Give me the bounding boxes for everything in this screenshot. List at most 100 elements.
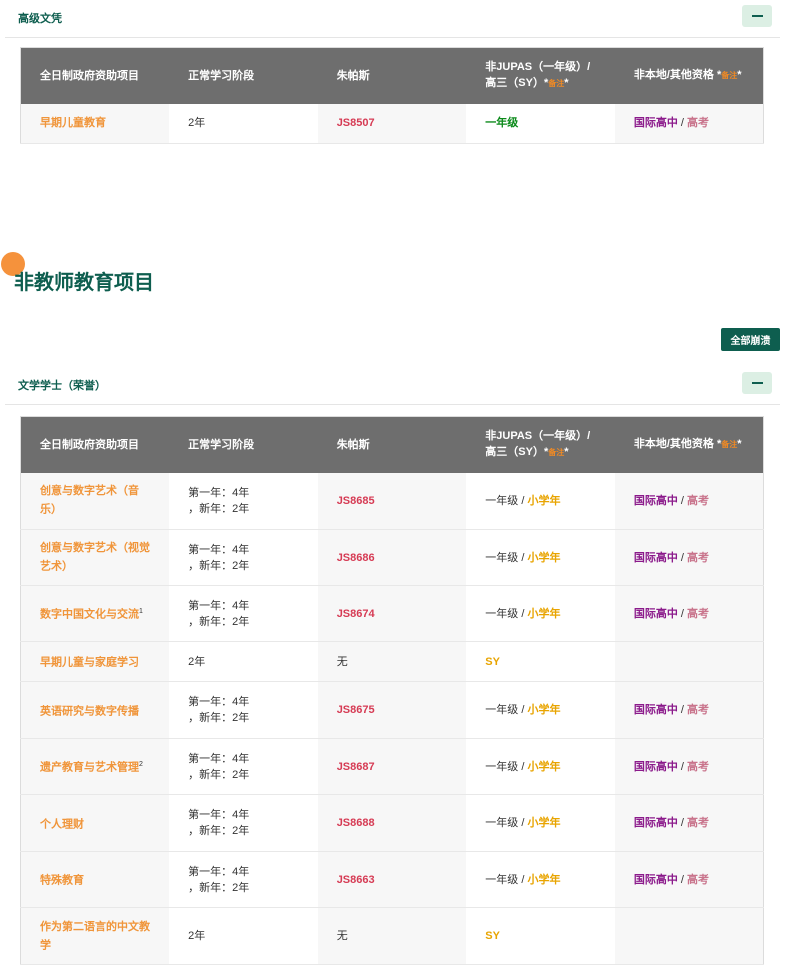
jupas-code: 无 bbox=[336, 930, 348, 942]
collapse-toggle-button[interactable] bbox=[742, 372, 772, 394]
intl-label: 国际高中 bbox=[633, 817, 678, 829]
jupas-cell: JS8685 bbox=[317, 472, 467, 530]
nonlocal-cell: 国际高中 / 高考 bbox=[614, 851, 764, 908]
intl-label: 国际高中 bbox=[633, 607, 678, 620]
sy-label: SY bbox=[485, 655, 500, 668]
programme-link[interactable]: 个人理财 bbox=[40, 818, 84, 830]
accordion-header-ba-honours[interactable]: 文学学士（荣誉） bbox=[5, 367, 780, 405]
nonjupas-cell: 一年级 bbox=[466, 103, 615, 144]
separator: / bbox=[677, 551, 688, 564]
gaokao-label: 高考 bbox=[687, 704, 710, 716]
intl-label: 国际高中 bbox=[633, 551, 678, 564]
table-row: 个人理财 第一年：4年 ，新年：2年 JS8688 一年级 / 小学年 国际高中 / 高考 bbox=[20, 794, 764, 852]
note-link[interactable]: 备注 bbox=[548, 79, 564, 88]
collapse-toggle-button[interactable] bbox=[742, 5, 772, 27]
accordion-header-higher-diploma[interactable]: 高级文凭 bbox=[5, 0, 780, 38]
duration-text: ，新年：2年 bbox=[188, 559, 250, 572]
duration-cell: 第一年：4年 ，新年：2年 bbox=[169, 529, 318, 586]
note-link[interactable]: 备注 bbox=[721, 71, 737, 80]
collapse-all-button[interactable]: 全部崩溃 bbox=[721, 328, 780, 351]
programme-cell[interactable]: 作为第二语言的中文教学 bbox=[20, 907, 170, 965]
duration-cell: 2年 bbox=[169, 641, 318, 682]
separator: / bbox=[677, 117, 688, 130]
programme-cell[interactable]: 遗产教育与艺术管理2 bbox=[20, 738, 170, 795]
sy-label: 小学年 bbox=[527, 551, 561, 564]
header-text: * bbox=[564, 446, 569, 459]
jupas-code: JS8685 bbox=[336, 494, 375, 507]
separator: / bbox=[677, 817, 688, 829]
duration-text: 2年 bbox=[188, 930, 206, 942]
programme-link[interactable]: 英语研究与数字传播 bbox=[40, 705, 139, 717]
programme-link[interactable]: 数字中国文化与交流 bbox=[40, 609, 139, 621]
programme-link[interactable]: 早期儿童与家庭学习 bbox=[40, 657, 139, 669]
programme-table-higher-diploma: 全日制政府资助项目 正常学习阶段 朱帕斯 非JUPAS（一年级）/ 高三（SY）… bbox=[20, 47, 764, 144]
sy-label: 小学年 bbox=[527, 817, 561, 829]
col-header-duration: 正常学习阶段 bbox=[169, 416, 318, 473]
jupas-cell: JS8687 bbox=[317, 738, 467, 795]
separator: / bbox=[677, 873, 688, 886]
duration-text: 第一年：4年 bbox=[188, 809, 250, 821]
minus-icon bbox=[751, 382, 763, 384]
header-text: 非本地/其他资格 * bbox=[633, 438, 722, 451]
nonjupas-cell: 一年级 / 小学年 bbox=[466, 851, 615, 908]
programme-link[interactable]: 早期儿童教育 bbox=[40, 117, 106, 129]
duration-cell: 第一年：4年 ，新年：2年 bbox=[169, 851, 318, 908]
intl-label: 国际高中 bbox=[633, 117, 678, 130]
col-header-nonlocal: 非本地/其他资格 *备注* bbox=[614, 416, 764, 473]
year1-label: 一年级 bbox=[485, 817, 519, 829]
col-header-duration: 正常学习阶段 bbox=[169, 47, 318, 104]
duration-text: 第一年：4年 bbox=[188, 599, 250, 612]
table-row: 数字中国文化与交流1 第一年：4年 ，新年：2年 JS8674 一年级 / 小学年 国际高… bbox=[20, 585, 764, 642]
separator: / bbox=[677, 607, 688, 620]
duration-text: ，新年：2年 bbox=[188, 712, 250, 724]
duration-cell: 2年 bbox=[169, 907, 318, 965]
jupas-cell: 无 bbox=[317, 907, 467, 965]
gaokao-label: 高考 bbox=[687, 494, 710, 507]
programme-cell[interactable]: 数字中国文化与交流1 bbox=[20, 585, 170, 642]
table-row: 早期儿童教育 2年 JS8507 一年级 国际高中 / 高考 bbox=[20, 103, 764, 144]
duration-cell: 第一年：4年 ，新年：2年 bbox=[169, 585, 318, 642]
nonjupas-cell: 一年级 / 小学年 bbox=[466, 738, 615, 795]
gaokao-label: 高考 bbox=[687, 760, 710, 773]
programme-cell[interactable]: 创意与数字艺术（视觉艺术） bbox=[20, 529, 170, 586]
programme-cell[interactable]: 早期儿童与家庭学习 bbox=[20, 641, 170, 682]
duration-text: 第一年：4年 bbox=[188, 486, 250, 499]
table-row: 创意与数字艺术（音乐） 第一年：4年 ，新年：2年 JS8685 一年级 / 小学年 国际… bbox=[20, 472, 764, 530]
jupas-cell: JS8663 bbox=[317, 851, 467, 908]
table-row: 早期儿童与家庭学习 2年 无 SY bbox=[20, 641, 764, 682]
separator: / bbox=[677, 704, 688, 716]
programme-cell[interactable]: 个人理财 bbox=[20, 794, 170, 852]
programme-link[interactable]: 特殊教育 bbox=[40, 875, 84, 887]
duration-text: ，新年：2年 bbox=[188, 768, 250, 781]
section-title: 非教师教育项目 bbox=[14, 272, 154, 294]
jupas-code: JS8687 bbox=[336, 760, 375, 773]
col-header-nonjupas: 非JUPAS（一年级）/ 高三（SY）*备注* bbox=[466, 47, 615, 104]
jupas-code: JS8507 bbox=[336, 117, 375, 130]
programme-link[interactable]: 遗产教育与艺术管理 bbox=[40, 762, 139, 774]
year1-label: 一年级 bbox=[485, 117, 519, 130]
programme-link[interactable]: 创意与数字艺术（音乐） bbox=[40, 485, 139, 516]
nonlocal-cell: 国际高中 / 高考 bbox=[614, 585, 764, 642]
accordion-title: 高级文凭 bbox=[18, 13, 62, 25]
intl-label: 国际高中 bbox=[633, 760, 678, 773]
intl-label: 国际高中 bbox=[633, 873, 678, 886]
note-link[interactable]: 备注 bbox=[721, 440, 737, 449]
sy-label: 小学年 bbox=[527, 494, 561, 507]
programme-cell[interactable]: 特殊教育 bbox=[20, 851, 170, 908]
sy-label: 小学年 bbox=[527, 760, 561, 773]
note-link[interactable]: 备注 bbox=[548, 448, 564, 457]
duration-text: ，新年：2年 bbox=[188, 825, 250, 837]
nonlocal-cell: 国际高中 / 高考 bbox=[614, 738, 764, 795]
nonlocal-cell bbox=[614, 907, 764, 965]
sy-label: 小学年 bbox=[527, 607, 561, 620]
programme-cell[interactable]: 创意与数字艺术（音乐） bbox=[20, 472, 170, 530]
programme-link[interactable]: 创意与数字艺术（视觉艺术） bbox=[40, 542, 150, 573]
sy-label: SY bbox=[485, 930, 500, 942]
programme-cell[interactable]: 早期儿童教育 bbox=[20, 103, 170, 144]
programme-cell[interactable]: 英语研究与数字传播 bbox=[20, 681, 170, 739]
year1-label: 一年级 bbox=[485, 494, 519, 507]
jupas-cell: JS8686 bbox=[317, 529, 467, 586]
year1-label: 一年级 bbox=[485, 704, 519, 716]
footnote-marker: 2 bbox=[139, 761, 143, 769]
programme-link[interactable]: 作为第二语言的中文教学 bbox=[40, 921, 150, 952]
